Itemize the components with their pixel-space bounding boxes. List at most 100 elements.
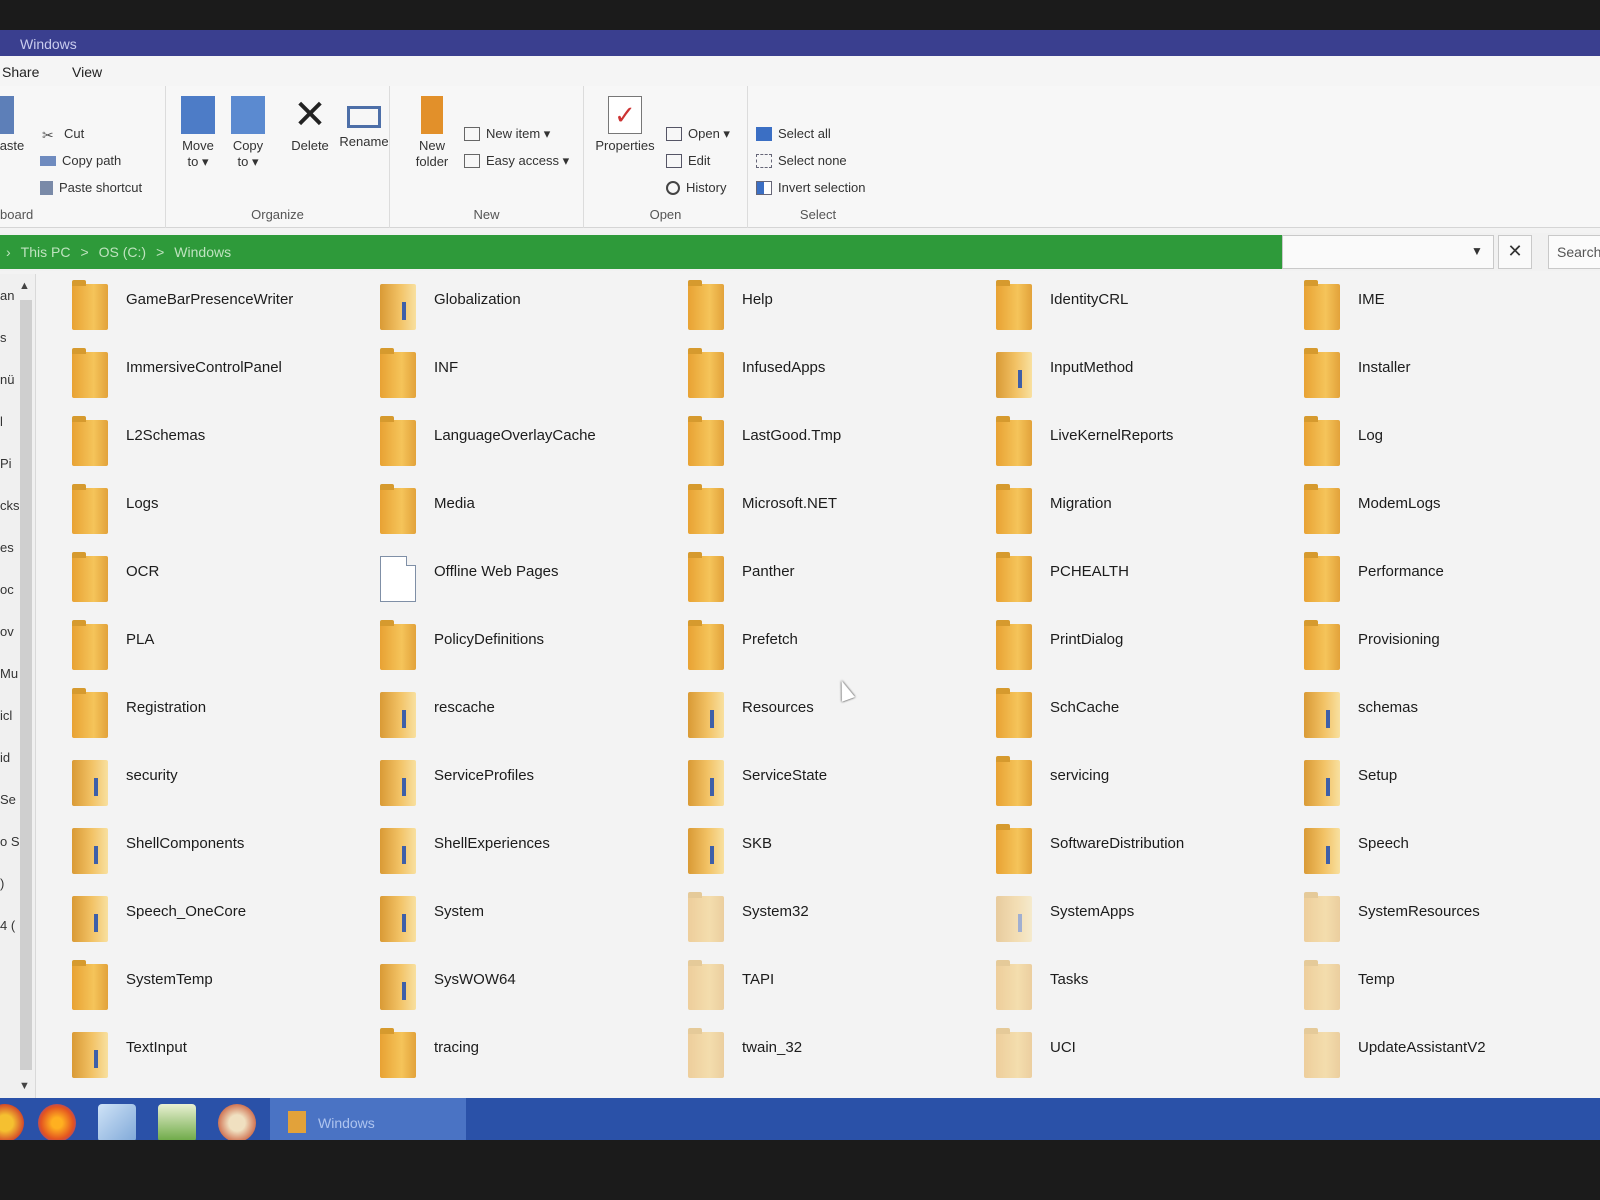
list-item[interactable]: PCHEALTH xyxy=(984,550,1284,610)
list-item[interactable]: SysWOW64 xyxy=(368,958,668,1018)
list-item[interactable]: Resources xyxy=(676,686,976,746)
list-item[interactable]: SchCache xyxy=(984,686,1284,746)
list-item[interactable]: schemas xyxy=(1292,686,1592,746)
breadcrumb-os-c[interactable]: OS (C:) xyxy=(99,244,146,269)
breadcrumb[interactable]: › This PC > OS (C:) > Windows xyxy=(0,235,1282,269)
nav-item-fragment[interactable]: nü xyxy=(0,372,14,387)
breadcrumb-this-pc[interactable]: This PC xyxy=(21,244,71,269)
list-item[interactable]: SoftwareDistribution xyxy=(984,822,1284,882)
select-all-button[interactable]: Select all xyxy=(756,126,831,141)
list-item[interactable]: GameBarPresenceWriter xyxy=(60,278,360,338)
nav-item-fragment[interactable]: 4 ( xyxy=(0,918,15,933)
list-item[interactable]: SystemApps xyxy=(984,890,1284,950)
list-item[interactable]: SystemTemp xyxy=(60,958,360,1018)
scroll-down-icon[interactable]: ▼ xyxy=(19,1080,30,1092)
taskbar-window-button[interactable]: Windows xyxy=(270,1098,466,1140)
list-item[interactable]: Setup xyxy=(1292,754,1592,814)
list-item[interactable]: Globalization xyxy=(368,278,668,338)
list-item[interactable]: LiveKernelReports xyxy=(984,414,1284,474)
list-item[interactable]: IdentityCRL xyxy=(984,278,1284,338)
easy-access-button[interactable]: Easy access ▾ xyxy=(464,153,569,169)
scrollbar-thumb[interactable] xyxy=(20,300,32,1070)
open-button[interactable]: Open ▾ xyxy=(666,126,730,142)
list-item[interactable]: twain_32 xyxy=(676,1026,976,1086)
list-item[interactable]: ServiceProfiles xyxy=(368,754,668,814)
edit-button[interactable]: Edit xyxy=(666,153,710,168)
list-item[interactable]: Performance xyxy=(1292,550,1592,610)
close-icon[interactable]: ✕ xyxy=(1498,235,1532,269)
list-item[interactable]: TextInput xyxy=(60,1026,360,1086)
paste-button[interactable]: aste xyxy=(0,92,40,154)
menu-share-tab[interactable]: Share xyxy=(2,56,39,80)
list-item[interactable]: Speech xyxy=(1292,822,1592,882)
list-item[interactable]: Help xyxy=(676,278,976,338)
list-item[interactable]: tracing xyxy=(368,1026,668,1086)
nav-item-fragment[interactable]: l xyxy=(0,414,3,429)
list-item[interactable]: L2Schemas xyxy=(60,414,360,474)
list-item[interactable]: System32 xyxy=(676,890,976,950)
cut-button[interactable]: ✂ Cut xyxy=(42,126,84,143)
list-item[interactable]: servicing xyxy=(984,754,1284,814)
navigation-pane[interactable]: ▲ ▼ an s nü l Pi cks es oc ov Mu icl id Se o S) 4 ( xyxy=(0,274,36,1104)
editor-icon[interactable] xyxy=(158,1104,196,1140)
address-dropdown-area[interactable]: ▼ xyxy=(1282,235,1494,269)
search-input[interactable]: Search xyxy=(1548,235,1600,269)
properties-button[interactable]: ✓ Properties xyxy=(590,92,660,154)
copy-to-button[interactable]: Copy to ▾ xyxy=(220,92,276,170)
nav-item-fragment[interactable]: oc xyxy=(0,582,14,597)
new-folder-button[interactable]: New folder xyxy=(404,92,460,170)
list-item[interactable]: Offline Web Pages xyxy=(368,550,668,610)
list-item[interactable]: InfusedApps xyxy=(676,346,976,406)
list-item[interactable]: ImmersiveControlPanel xyxy=(60,346,360,406)
nav-item-fragment[interactable]: ) xyxy=(0,876,4,891)
list-item[interactable]: rescache xyxy=(368,686,668,746)
rename-button[interactable]: Rename xyxy=(336,92,392,150)
nav-item-fragment[interactable]: id xyxy=(0,750,10,765)
list-item[interactable]: Speech_OneCore xyxy=(60,890,360,950)
list-item[interactable]: Installer xyxy=(1292,346,1592,406)
list-item[interactable]: ShellComponents xyxy=(60,822,360,882)
select-none-button[interactable]: Select none xyxy=(756,153,847,168)
nav-item-fragment[interactable]: an xyxy=(0,288,14,303)
paste-shortcut-button[interactable]: Paste shortcut xyxy=(40,180,142,195)
nav-item-fragment[interactable]: o S xyxy=(0,834,20,849)
list-item[interactable]: LanguageOverlayCache xyxy=(368,414,668,474)
list-item[interactable]: Prefetch xyxy=(676,618,976,678)
menu-view-tab[interactable]: View xyxy=(72,56,102,80)
list-item[interactable]: Migration xyxy=(984,482,1284,542)
delete-button[interactable]: ✕ Delete xyxy=(282,92,338,154)
list-item[interactable]: IME xyxy=(1292,278,1592,338)
notepad-icon[interactable] xyxy=(98,1104,136,1140)
list-item[interactable]: UpdateAssistantV2 xyxy=(1292,1026,1592,1086)
list-item[interactable]: PrintDialog xyxy=(984,618,1284,678)
history-button[interactable]: History xyxy=(666,180,726,195)
list-item[interactable]: PolicyDefinitions xyxy=(368,618,668,678)
list-item[interactable]: Provisioning xyxy=(1292,618,1592,678)
nav-item-fragment[interactable]: es xyxy=(0,540,14,555)
nav-item-fragment[interactable]: s xyxy=(0,330,7,345)
nav-item-fragment[interactable]: icl xyxy=(0,708,12,723)
list-item[interactable]: Tasks xyxy=(984,958,1284,1018)
list-item[interactable]: Temp xyxy=(1292,958,1592,1018)
copy-path-button[interactable]: Copy path xyxy=(40,153,121,168)
list-item[interactable]: Registration xyxy=(60,686,360,746)
list-item[interactable]: ServiceState xyxy=(676,754,976,814)
list-item[interactable]: System xyxy=(368,890,668,950)
list-item[interactable]: security xyxy=(60,754,360,814)
list-item[interactable]: INF xyxy=(368,346,668,406)
list-item[interactable]: PLA xyxy=(60,618,360,678)
nav-item-fragment[interactable]: Pi xyxy=(0,456,12,471)
list-item[interactable]: SystemResources xyxy=(1292,890,1592,950)
invert-selection-button[interactable]: Invert selection xyxy=(756,180,865,195)
list-item[interactable]: OCR xyxy=(60,550,360,610)
list-item[interactable]: Panther xyxy=(676,550,976,610)
move-to-button[interactable]: Move to ▾ xyxy=(170,92,226,170)
list-item[interactable]: Microsoft.NET xyxy=(676,482,976,542)
chevron-down-icon[interactable]: ▼ xyxy=(1471,244,1483,258)
list-item[interactable]: TAPI xyxy=(676,958,976,1018)
chrome-icon[interactable] xyxy=(0,1104,24,1140)
list-item[interactable]: InputMethod xyxy=(984,346,1284,406)
nav-item-fragment[interactable]: cks xyxy=(0,498,20,513)
list-item[interactable]: LastGood.Tmp xyxy=(676,414,976,474)
list-item[interactable]: Log xyxy=(1292,414,1592,474)
